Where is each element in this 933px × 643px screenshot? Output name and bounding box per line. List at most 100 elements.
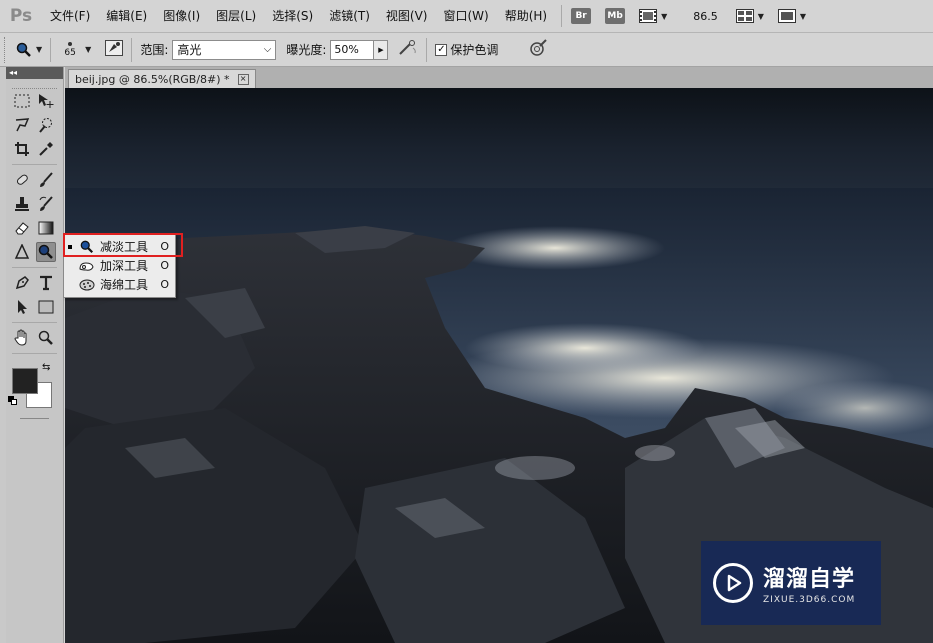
bridge-button[interactable]: Br	[571, 6, 592, 26]
mini-bridge-icon: Mb	[605, 8, 626, 24]
pen-tool[interactable]	[12, 273, 32, 293]
hand-tool[interactable]	[12, 328, 32, 348]
menu-separator	[561, 5, 563, 27]
document-tab[interactable]: beij.jpg @ 86.5%(RGB/8#) * ×	[68, 69, 256, 88]
swap-colors-icon[interactable]: ⇆	[42, 362, 50, 373]
menu-filter[interactable]: 滤镜(T)	[321, 0, 378, 33]
foreground-color-swatch[interactable]	[12, 368, 38, 394]
toolbox-grip[interactable]	[12, 79, 57, 89]
tool-preset-picker[interactable]: ▼	[16, 42, 42, 58]
tablet-pressure-icon	[530, 39, 548, 56]
history-brush-tool[interactable]	[36, 194, 56, 214]
tablet-pressure-toggle[interactable]	[528, 39, 548, 60]
airbrush-toggle[interactable]	[398, 40, 418, 59]
menu-help[interactable]: 帮助(H)	[497, 0, 555, 33]
brush-panel-toggle[interactable]	[105, 40, 124, 59]
clone-stamp-tool[interactable]	[12, 194, 32, 214]
eyedropper-icon	[39, 142, 53, 156]
rectangle-shape-icon	[38, 300, 54, 314]
marquee-tool[interactable]	[12, 91, 32, 111]
path-selection-tool[interactable]	[12, 297, 32, 317]
flyout-item-sponge[interactable]: 海绵工具 O	[64, 275, 175, 294]
chevron-down-icon: ▼	[85, 45, 92, 54]
menu-window[interactable]: 窗口(W)	[435, 0, 496, 33]
protect-tones-label: 保护色调	[450, 43, 499, 57]
blur-icon	[14, 244, 30, 259]
brush-dot-icon	[68, 41, 73, 46]
eraser-tool[interactable]	[12, 218, 32, 238]
blur-tool[interactable]	[12, 242, 32, 262]
gradient-icon	[38, 221, 54, 235]
range-select[interactable]: 高光 ⌵	[172, 39, 277, 60]
crop-tool[interactable]	[12, 139, 32, 159]
menu-select[interactable]: 选择(S)	[264, 0, 321, 33]
quick-selection-tool[interactable]	[36, 115, 56, 135]
dodge-tool[interactable]	[36, 242, 56, 262]
options-bar: ▼ 65 ▼ 范围: 高光 ⌵ 曝光度: 50% ▶ ✓ 保护色调	[0, 33, 933, 67]
menu-edit[interactable]: 编辑(E)	[98, 0, 155, 33]
default-colors-icon[interactable]	[8, 396, 18, 406]
arrange-icon	[735, 9, 754, 23]
options-grip[interactable]	[4, 36, 10, 63]
close-icon[interactable]: ×	[237, 73, 249, 85]
quick-selection-icon	[39, 118, 52, 133]
highlight-annotation-box	[63, 233, 183, 257]
document-tab-bar: beij.jpg @ 86.5%(RGB/8#) * ×	[65, 67, 933, 88]
photoshop-logo: Ps	[9, 6, 33, 26]
flyout-item-shortcut: O	[160, 259, 169, 272]
gradient-tool[interactable]	[36, 218, 56, 238]
zoom-level[interactable]: 86.5	[693, 10, 718, 23]
move-icon	[39, 94, 54, 108]
menu-image[interactable]: 图像(I)	[155, 0, 208, 33]
stamp-icon	[15, 197, 29, 211]
range-label: 范围:	[140, 43, 169, 57]
history-brush-icon	[39, 196, 53, 211]
screen-mode-icon	[777, 9, 796, 23]
menu-file[interactable]: 文件(F)	[42, 0, 98, 33]
marquee-icon	[14, 94, 30, 108]
screen-mode-button[interactable]: ▼	[777, 6, 806, 26]
pen-icon	[15, 276, 29, 290]
arrange-documents-button[interactable]: ▼	[735, 6, 764, 26]
menu-layer[interactable]: 图层(L)	[208, 0, 264, 33]
lasso-tool[interactable]	[12, 115, 32, 135]
move-tool[interactable]	[36, 91, 56, 111]
brush-tool[interactable]	[36, 170, 56, 190]
healing-brush-tool[interactable]	[12, 170, 32, 190]
flyout-item-shortcut: O	[160, 278, 169, 291]
triangle-right-icon: ▶	[378, 45, 384, 54]
flyout-item-burn[interactable]: 加深工具 O	[64, 256, 175, 275]
path-selection-icon	[18, 300, 27, 314]
exposure-slider-toggle[interactable]: ▶	[374, 39, 389, 60]
shape-tool[interactable]	[36, 297, 56, 317]
options-separator	[131, 37, 133, 62]
options-separator	[50, 37, 52, 62]
toolbox: ◂◂ ⇆	[6, 67, 64, 643]
brush-picker[interactable]: 65 ▼	[59, 36, 91, 64]
toolbox-separator	[12, 267, 57, 268]
exposure-input[interactable]: 50%	[330, 39, 375, 60]
film-strip-icon	[639, 9, 658, 23]
mini-bridge-button[interactable]: Mb	[605, 6, 626, 26]
eyedropper-tool[interactable]	[36, 139, 56, 159]
chevron-down-icon: ▼	[661, 11, 668, 21]
zoom-tool[interactable]	[36, 328, 56, 348]
quick-mask-toggle[interactable]	[20, 418, 49, 419]
chevron-down-icon: ⌵	[263, 44, 272, 55]
flyout-item-label: 海绵工具	[100, 278, 149, 292]
brush-size: 65	[64, 47, 76, 58]
range-value: 高光	[177, 43, 202, 57]
document-title: beij.jpg @ 86.5%(RGB/8#) *	[75, 72, 230, 86]
protect-tones-checkbox[interactable]: ✓ 保护色调	[435, 41, 502, 58]
brush-preview: 65	[59, 36, 81, 64]
menu-view[interactable]: 视图(V)	[378, 0, 436, 33]
brush-icon	[40, 172, 53, 187]
bridge-icon: Br	[571, 8, 592, 24]
view-extras-button[interactable]: ▼	[639, 6, 667, 26]
zoom-icon	[38, 330, 53, 345]
type-tool[interactable]	[36, 273, 56, 293]
toolbox-collapse-button[interactable]: ◂◂	[6, 67, 63, 79]
lasso-icon	[15, 118, 30, 132]
bandage-icon	[16, 174, 28, 185]
toolbox-separator	[12, 322, 57, 323]
